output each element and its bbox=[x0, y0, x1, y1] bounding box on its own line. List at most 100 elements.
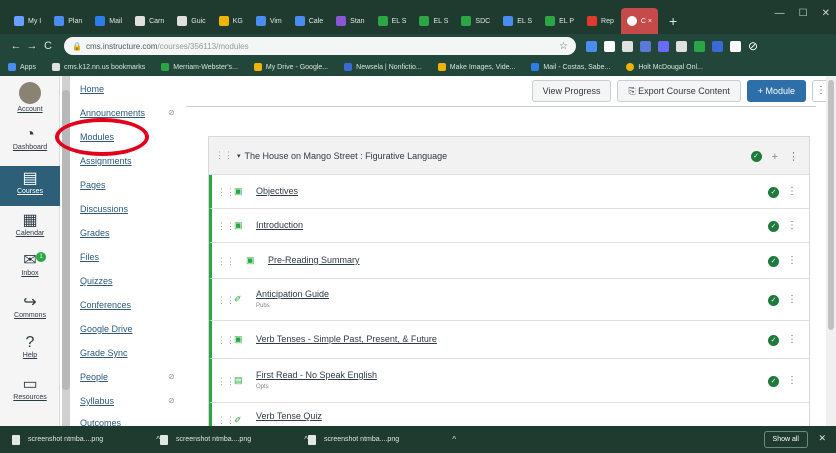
module-item-title[interactable]: Pre-Reading Summary bbox=[268, 255, 360, 265]
add-item-icon[interactable]: + bbox=[772, 151, 778, 163]
browser-tab[interactable]: KG bbox=[213, 8, 249, 34]
minimize-icon[interactable]: — bbox=[775, 8, 785, 19]
bookmark-item[interactable]: Merriam-Webster's... bbox=[161, 63, 238, 71]
browser-tab[interactable]: Rep bbox=[581, 8, 620, 34]
published-check-icon[interactable]: ✓ bbox=[768, 221, 779, 232]
close-window-icon[interactable]: ✕ bbox=[822, 8, 830, 19]
published-check-icon[interactable]: ✓ bbox=[768, 376, 779, 387]
show-all-button[interactable]: Show all bbox=[763, 431, 808, 448]
module-item-title[interactable]: Introduction bbox=[256, 220, 303, 230]
browser-tab[interactable]: EL S bbox=[413, 8, 454, 34]
bookmark-star-icon[interactable]: ☆ bbox=[559, 41, 568, 52]
extension-icon[interactable] bbox=[586, 40, 597, 52]
course-nav-home[interactable]: Home bbox=[80, 84, 104, 94]
global-nav-dashboard[interactable]: ◔ Dashboard bbox=[0, 126, 60, 151]
forward-icon[interactable]: → bbox=[24, 40, 40, 52]
global-nav-commons[interactable]: ↪ Commons bbox=[0, 294, 60, 319]
module-item[interactable]: ⋮⋮ ✐ Verb Tense Quiz bbox=[209, 403, 809, 427]
drag-handle-icon[interactable]: ⋮⋮ bbox=[217, 295, 235, 306]
bookmark-item[interactable]: Apps bbox=[8, 63, 36, 71]
browser-tab[interactable]: Mail bbox=[89, 8, 128, 34]
drag-handle-icon[interactable]: ⋮⋮ bbox=[217, 335, 235, 346]
chevron-up-icon[interactable]: ^ bbox=[452, 435, 456, 444]
course-nav-pages[interactable]: Pages bbox=[80, 180, 106, 190]
add-module-button[interactable]: + Module bbox=[746, 80, 806, 102]
download-item[interactable]: screenshot ntmba....png ^ bbox=[12, 434, 160, 445]
course-nav-assignments[interactable]: Assignments bbox=[80, 156, 132, 166]
global-nav-courses[interactable]: ▤ Courses bbox=[0, 166, 60, 206]
browser-tab[interactable]: SDC bbox=[455, 8, 496, 34]
maximize-icon[interactable]: ☐ bbox=[799, 8, 808, 19]
collapse-caret-icon[interactable]: ▾ bbox=[237, 152, 241, 160]
published-check-icon[interactable]: ✓ bbox=[768, 187, 779, 198]
extension-icon[interactable] bbox=[676, 40, 687, 52]
module-item[interactable]: ⋮⋮ ▣ Introduction ✓ ⋮ bbox=[209, 209, 809, 243]
bookmark-item[interactable]: Make Images, Vide... bbox=[437, 63, 515, 71]
export-course-content-button[interactable]: ⎘ Export Course Content bbox=[617, 80, 741, 102]
item-more-icon[interactable]: ⋮ bbox=[787, 375, 797, 386]
drag-handle-icon[interactable]: ⋮⋮ bbox=[215, 150, 233, 161]
profile-icon[interactable]: ⊘ bbox=[748, 39, 758, 53]
published-check-icon[interactable]: ✓ bbox=[768, 295, 779, 306]
bookmark-item[interactable]: Holt McDougal Onl... bbox=[626, 63, 703, 71]
course-nav-announcements[interactable]: Announcements bbox=[80, 108, 145, 118]
view-progress-button[interactable]: View Progress bbox=[531, 80, 612, 102]
new-tab-button[interactable]: + bbox=[659, 8, 687, 34]
course-nav-google-drive[interactable]: Google Drive bbox=[80, 324, 133, 334]
module-item[interactable]: ⋮⋮ ▣ Objectives ✓ ⋮ bbox=[209, 175, 809, 209]
browser-tab[interactable]: Vim bbox=[250, 8, 288, 34]
extension-icon[interactable] bbox=[730, 40, 741, 52]
module-item-title[interactable]: Verb Tense Quiz bbox=[256, 411, 322, 421]
browser-tab[interactable]: Cale bbox=[289, 8, 329, 34]
module-item-title[interactable]: Anticipation Guide bbox=[256, 289, 329, 299]
browser-tab[interactable]: Plan bbox=[48, 8, 88, 34]
drag-handle-icon[interactable]: ⋮⋮ bbox=[217, 256, 235, 267]
module-item[interactable]: ⋮⋮ ✐ Anticipation Guide Pubs ✓ ⋮ bbox=[209, 279, 809, 321]
extension-icon[interactable] bbox=[694, 40, 705, 52]
browser-tab[interactable]: Carn bbox=[129, 8, 170, 34]
item-more-icon[interactable]: ⋮ bbox=[787, 186, 797, 197]
module-more-icon[interactable]: ⋮ bbox=[788, 150, 799, 163]
page-scrollbar-thumb[interactable] bbox=[828, 80, 834, 330]
browser-tab[interactable]: Guic bbox=[171, 8, 211, 34]
course-nav-syllabus[interactable]: Syllabus bbox=[80, 396, 114, 406]
item-more-icon[interactable]: ⋮ bbox=[787, 220, 797, 231]
drag-handle-icon[interactable]: ⋮⋮ bbox=[217, 415, 235, 426]
browser-tab[interactable]: Stan bbox=[330, 8, 370, 34]
item-more-icon[interactable]: ⋮ bbox=[787, 294, 797, 305]
course-nav-conferences[interactable]: Conferences bbox=[80, 300, 131, 310]
close-icon[interactable]: ✕ bbox=[818, 433, 826, 444]
url-bar[interactable]: 🔒 cms.instructure.com/courses/356113/mod… bbox=[64, 37, 576, 55]
course-nav-files[interactable]: Files bbox=[80, 252, 99, 262]
published-check-icon[interactable]: ✓ bbox=[768, 256, 779, 267]
global-nav-account[interactable]: Account bbox=[0, 82, 60, 113]
module-item[interactable]: ⋮⋮ ▣ Pre-Reading Summary ✓ ⋮ bbox=[209, 243, 809, 279]
bookmark-item[interactable]: Mail - Costas, Sabe... bbox=[531, 63, 610, 71]
course-nav-grade-sync[interactable]: Grade Sync bbox=[80, 348, 128, 358]
extension-icon[interactable] bbox=[622, 40, 633, 52]
drag-handle-icon[interactable]: ⋮⋮ bbox=[217, 221, 235, 232]
drag-handle-icon[interactable]: ⋮⋮ bbox=[217, 376, 235, 387]
global-nav-inbox[interactable]: ✉ 1 Inbox bbox=[0, 252, 60, 277]
module-item[interactable]: ⋮⋮ ▣ Verb Tenses - Simple Past, Present,… bbox=[209, 321, 809, 359]
download-item[interactable]: screenshot ntmba....png ^ bbox=[160, 434, 308, 445]
browser-tab[interactable]: EL P bbox=[539, 8, 580, 34]
browser-tab[interactable]: EL S bbox=[372, 8, 413, 34]
item-more-icon[interactable]: ⋮ bbox=[787, 255, 797, 266]
browser-tab[interactable]: My I bbox=[8, 8, 47, 34]
published-check-icon[interactable]: ✓ bbox=[768, 335, 779, 346]
bookmark-item[interactable]: cms.k12.nn.us bookmarks bbox=[51, 63, 145, 71]
module-item-title[interactable]: Objectives bbox=[256, 186, 298, 196]
extension-icon[interactable] bbox=[712, 40, 723, 52]
global-nav-calendar[interactable]: ▦ Calendar bbox=[0, 212, 60, 237]
browser-tab-active[interactable]: C × bbox=[620, 8, 658, 34]
extension-icon[interactable] bbox=[604, 40, 615, 52]
course-nav-people[interactable]: People bbox=[80, 372, 108, 382]
course-nav-discussions[interactable]: Discussions bbox=[80, 204, 128, 214]
course-nav-quizzes[interactable]: Quizzes bbox=[80, 276, 113, 286]
course-nav-grades[interactable]: Grades bbox=[80, 228, 110, 238]
download-item[interactable]: screenshot ntmba....png ^ bbox=[308, 434, 456, 445]
extension-icon[interactable] bbox=[640, 40, 651, 52]
published-check-icon[interactable]: ✓ bbox=[750, 151, 762, 162]
global-nav-resources[interactable]: ▭ Resources bbox=[0, 376, 60, 401]
